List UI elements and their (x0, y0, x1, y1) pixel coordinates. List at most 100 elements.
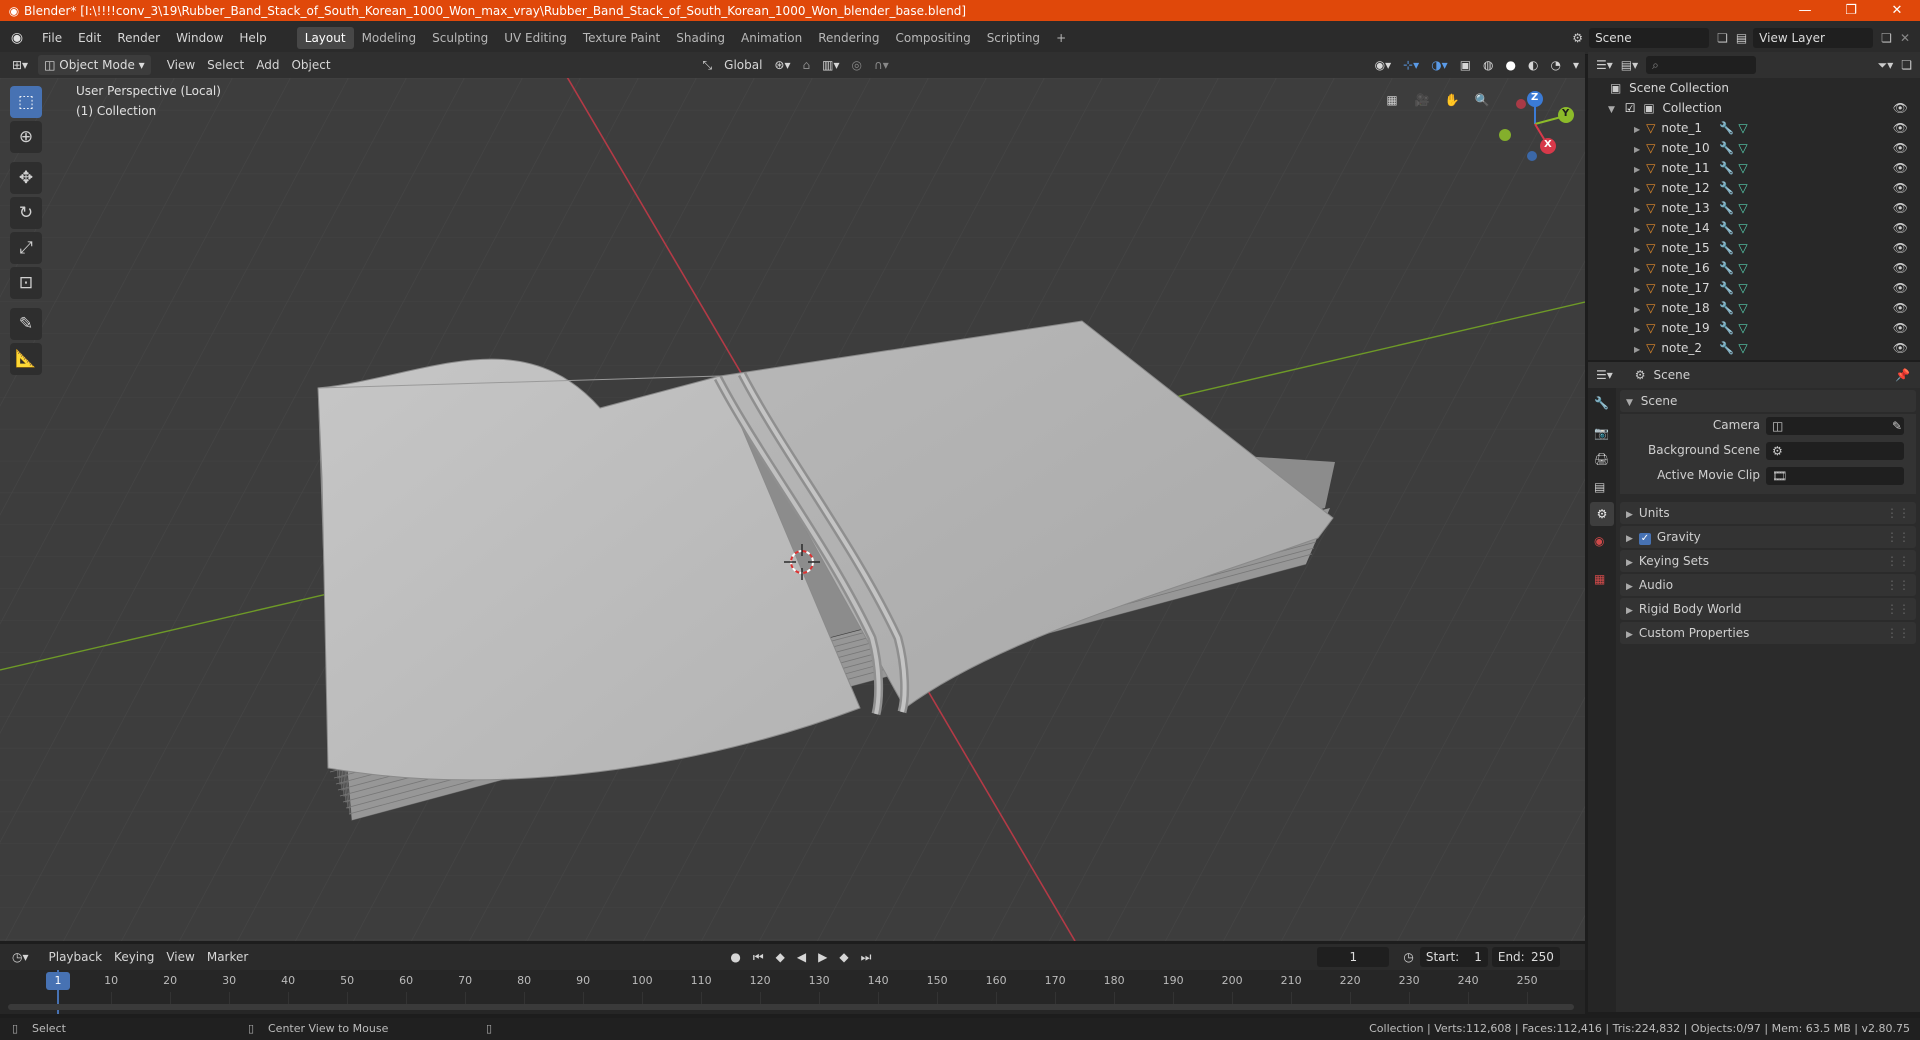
menu-keying[interactable]: Keying (108, 947, 160, 967)
outliner-object-row[interactable]: ▶ ▽ note_14 🔧 ▽ 👁 (1588, 218, 1920, 238)
menu-help[interactable]: Help (231, 27, 274, 49)
cursor-tool-icon[interactable]: ⊕ (10, 121, 42, 153)
eye-icon[interactable]: 👁 (1893, 318, 1908, 338)
world-tab-icon[interactable]: ◉ (1594, 534, 1604, 548)
modifier-icon[interactable]: 🔧 (1719, 121, 1734, 135)
3d-viewport[interactable]: Z Y X User Perspective (Local) (1) Colle… (0, 78, 1585, 941)
menu-timeline-view[interactable]: View (160, 947, 200, 967)
eye-icon[interactable]: 👁 (1893, 298, 1908, 318)
drag-handle-icon[interactable]: ⋮⋮ (1886, 622, 1910, 644)
expand-arrow-icon[interactable]: ▶ (1634, 185, 1640, 194)
drag-handle-icon[interactable]: ⋮⋮ (1886, 598, 1910, 620)
expand-arrow-icon[interactable]: ▶ (1634, 225, 1640, 234)
rotate-tool-icon[interactable]: ↻ (10, 197, 42, 229)
properties-editor-type-icon[interactable]: ☰▾ (1596, 368, 1613, 382)
menu-object[interactable]: Object (285, 55, 336, 75)
modifier-icon[interactable]: 🔧 (1719, 241, 1734, 255)
gizmo-toggle-icon[interactable]: ⊹▾ (1397, 55, 1425, 75)
drag-handle-icon[interactable]: ⋮⋮ (1886, 502, 1910, 524)
tab-animation[interactable]: Animation (733, 27, 810, 49)
modifier-icon[interactable]: 🔧 (1719, 161, 1734, 175)
snap-icon[interactable]: ⌂ (797, 55, 817, 75)
tab-texture-paint[interactable]: Texture Paint (575, 27, 668, 49)
camera-field[interactable]: ◫ ✎ (1766, 417, 1904, 435)
expand-arrow-icon[interactable]: ▼ (1608, 105, 1615, 115)
maximize-button[interactable]: ❐ (1828, 3, 1874, 18)
mesh-data-icon[interactable]: ▽ (1738, 241, 1747, 255)
view-layer-selector[interactable]: View Layer (1753, 27, 1874, 48)
shading-solid-icon[interactable]: ● (1500, 55, 1522, 75)
timeline-scrollbar[interactable] (8, 1004, 1574, 1010)
tab-rendering[interactable]: Rendering (810, 27, 887, 49)
xray-toggle-icon[interactable]: ▣ (1454, 55, 1477, 75)
tab-layout[interactable]: Layout (296, 26, 354, 49)
prev-keyframe-icon[interactable]: ◆ (770, 947, 791, 967)
drag-handle-icon[interactable]: ⋮⋮ (1886, 526, 1910, 548)
transform-tool-icon[interactable]: ⊡ (10, 267, 42, 299)
tool-tab-icon[interactable]: 🔧 (1594, 396, 1609, 410)
properties-subpanel[interactable]: ▶ Audio ⋮⋮ (1620, 574, 1916, 596)
view-layer-tab-icon[interactable]: ▤ (1594, 480, 1605, 494)
properties-subpanel[interactable]: ▶ Keying Sets ⋮⋮ (1620, 550, 1916, 572)
menu-render[interactable]: Render (109, 27, 168, 49)
new-collection-icon[interactable]: ❏ (1901, 58, 1912, 72)
output-tab-icon[interactable]: 🖨 (1594, 452, 1609, 466)
outliner-object-row[interactable]: ▶ ▽ note_12 🔧 ▽ 👁 (1588, 178, 1920, 198)
jump-end-icon[interactable]: ⏭ (855, 947, 878, 967)
properties-subpanel[interactable]: ▶ ✓ Gravity ⋮⋮ (1620, 526, 1916, 548)
add-workspace-button[interactable]: + (1048, 27, 1074, 49)
pin-icon[interactable]: 📌 (1895, 368, 1910, 382)
falloff-icon[interactable]: ∩▾ (868, 55, 895, 75)
visibility-icon[interactable]: ◉▾ (1369, 55, 1398, 75)
modifier-icon[interactable]: 🔧 (1719, 341, 1734, 355)
properties-subpanel[interactable]: ▶ Units ⋮⋮ (1620, 502, 1916, 524)
active-movie-clip-field[interactable]: 🎞 (1766, 467, 1904, 485)
record-button-icon[interactable]: ● (724, 947, 746, 967)
scene-tab-icon[interactable]: ⚙ (1590, 502, 1614, 526)
expand-arrow-icon[interactable]: ▶ (1634, 345, 1640, 354)
proportional-edit-icon[interactable]: ◎ (846, 55, 868, 75)
eye-icon[interactable]: 👁 (1893, 198, 1908, 218)
new-scene-icon[interactable]: ❏ (1717, 31, 1728, 45)
scene-selector[interactable]: Scene (1589, 27, 1710, 48)
start-frame-field[interactable]: Start: 1 (1419, 947, 1488, 967)
play-reverse-icon[interactable]: ◀ (791, 947, 812, 967)
shading-wireframe-icon[interactable]: ◍ (1477, 55, 1499, 75)
outliner-object-row[interactable]: ▶ ▽ note_2 🔧 ▽ 👁 (1588, 338, 1920, 358)
properties-subpanel[interactable]: ▶ Rigid Body World ⋮⋮ (1620, 598, 1916, 620)
select-box-tool-icon[interactable]: ⬚ (10, 86, 42, 118)
pan-hand-icon[interactable]: ✋ (1440, 88, 1464, 112)
eye-icon[interactable]: 👁 (1893, 118, 1908, 138)
tab-shading[interactable]: Shading (668, 27, 733, 49)
outliner-object-row[interactable]: ▶ ▽ note_1 🔧 ▽ 👁 (1588, 118, 1920, 138)
eye-icon[interactable]: 👁 (1893, 258, 1908, 278)
gizmo-neg-y-axis[interactable] (1499, 129, 1511, 141)
preview-range-icon[interactable]: ◷ (1397, 947, 1419, 967)
minimize-button[interactable]: — (1782, 3, 1828, 18)
tab-scripting[interactable]: Scripting (979, 27, 1048, 49)
outliner-editor-type-icon[interactable]: ☰▾ (1596, 58, 1613, 72)
expand-arrow-icon[interactable]: ▶ (1634, 285, 1640, 294)
transform-orientation-selector[interactable]: Global (718, 55, 768, 75)
outliner-scene-collection[interactable]: ▣ Scene Collection (1588, 78, 1920, 98)
mesh-data-icon[interactable]: ▽ (1738, 221, 1747, 235)
collapse-arrow-icon[interactable]: ▶ (1626, 534, 1633, 544)
editor-type-icon[interactable]: ⊞▾ (6, 55, 34, 75)
shading-rendered-icon[interactable]: ◔ (1544, 55, 1566, 75)
measure-tool-icon[interactable]: 📐 (10, 343, 42, 375)
menu-view[interactable]: View (161, 55, 201, 75)
drag-handle-icon[interactable]: ⋮⋮ (1886, 574, 1910, 596)
checkbox-icon[interactable]: ☑ (1625, 101, 1636, 115)
scene-section-label[interactable]: Scene (1641, 394, 1678, 408)
expand-arrow-icon[interactable]: ▶ (1634, 245, 1640, 254)
eye-icon[interactable]: 👁 (1893, 98, 1908, 118)
render-tab-icon[interactable]: 📷 (1594, 426, 1609, 440)
outliner-collection[interactable]: ▼ ☑ ▣ Collection 👁 (1588, 98, 1920, 118)
background-scene-field[interactable]: ⚙ (1766, 442, 1904, 460)
mesh-data-icon[interactable]: ▽ (1738, 161, 1747, 175)
modifier-icon[interactable]: 🔧 (1719, 181, 1734, 195)
gizmo-neg-x-axis[interactable] (1516, 99, 1526, 109)
mesh-data-icon[interactable]: ▽ (1738, 281, 1747, 295)
modifier-icon[interactable]: 🔧 (1719, 221, 1734, 235)
mesh-data-icon[interactable]: ▽ (1738, 141, 1747, 155)
